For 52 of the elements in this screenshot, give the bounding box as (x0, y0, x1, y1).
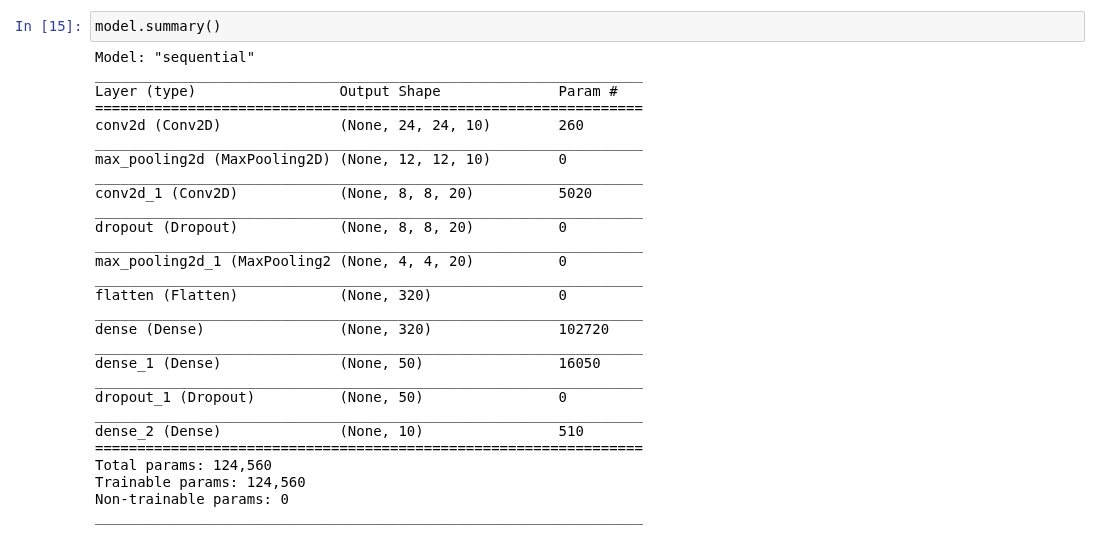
table-cell: 16050 (558, 355, 601, 372)
table-cell-text: (None, 12, 12, 10) (339, 151, 493, 168)
table-cell: 510 (558, 423, 584, 440)
table-cell: 0 (558, 253, 567, 270)
table-cell: Param # (558, 83, 618, 100)
rule-line: _________________________________________________________________ (95, 508, 643, 525)
rule-line: ================================================================= (95, 440, 643, 457)
table-cell-text: conv2d (Conv2D) (95, 117, 223, 134)
table-cell: 0 (558, 151, 567, 168)
table-cell-text: max_pooling2d (MaxPooling2D) (95, 151, 332, 168)
rule-line: _________________________________________________________________ (95, 236, 643, 253)
table-cell-text: Output Shape (339, 83, 442, 100)
rule-line: _________________________________________________________________ (95, 134, 643, 151)
table-cell-text: max_pooling2d_1 (MaxPooling2 (95, 253, 332, 270)
rule-line: _________________________________________________________________ (95, 168, 643, 185)
table-cell-text: dense (Dense) (95, 321, 206, 338)
rule-line: ================================================================= (95, 100, 643, 117)
rule-line: _________________________________________________________________ (95, 406, 643, 423)
table-cell: 260 (558, 117, 584, 134)
table-cell-text: dropout_1 (Dropout) (95, 389, 257, 406)
output-line: Total params: 124,560 (95, 457, 272, 474)
table-cell: 102720 (558, 321, 610, 338)
table-cell-text: (None, 8, 8, 20) (339, 185, 476, 202)
output-line: Non-trainable params: 0 (95, 491, 289, 508)
table-cell-text: (None, 320) (339, 321, 434, 338)
rule-line: _________________________________________________________________ (95, 202, 643, 219)
code-input[interactable]: model.summary() (90, 11, 1085, 42)
table-cell-text: flatten (Flatten) (95, 287, 240, 304)
table-cell: 5020 (558, 185, 593, 202)
table-cell-text: Layer (type) (95, 83, 198, 100)
table-cell-text: (None, 8, 8, 20) (339, 219, 476, 236)
rule-line: _________________________________________________________________ (95, 338, 643, 355)
rule-line: _________________________________________________________________ (95, 304, 643, 321)
table-cell: 0 (558, 389, 567, 406)
table-cell-text: dense_2 (Dense) (95, 423, 223, 440)
output-line: Trainable params: 124,560 (95, 474, 306, 491)
rule-line: _________________________________________________________________ (95, 270, 643, 287)
table-cell-text: (None, 24, 24, 10) (339, 117, 493, 134)
rule-line: _________________________________________________________________ (95, 66, 643, 83)
table-cell-text: (None, 320) (339, 287, 434, 304)
input-prompt: In [15]: (15, 17, 84, 34)
output-line: Model: "sequential" (95, 49, 256, 66)
table-cell: 0 (558, 219, 567, 236)
table-cell-text: conv2d_1 (Conv2D) (95, 185, 240, 202)
table-cell-text: dropout (Dropout) (95, 219, 240, 236)
table-cell-text: (None, 10) (339, 423, 425, 440)
rule-line: _________________________________________________________________ (95, 372, 643, 389)
table-cell-text: (None, 50) (339, 389, 425, 406)
table-cell-text: dense_1 (Dense) (95, 355, 223, 372)
table-cell-text: (None, 4, 4, 20) (339, 253, 476, 270)
table-cell: 0 (558, 287, 567, 304)
table-cell-text: (None, 50) (339, 355, 425, 372)
